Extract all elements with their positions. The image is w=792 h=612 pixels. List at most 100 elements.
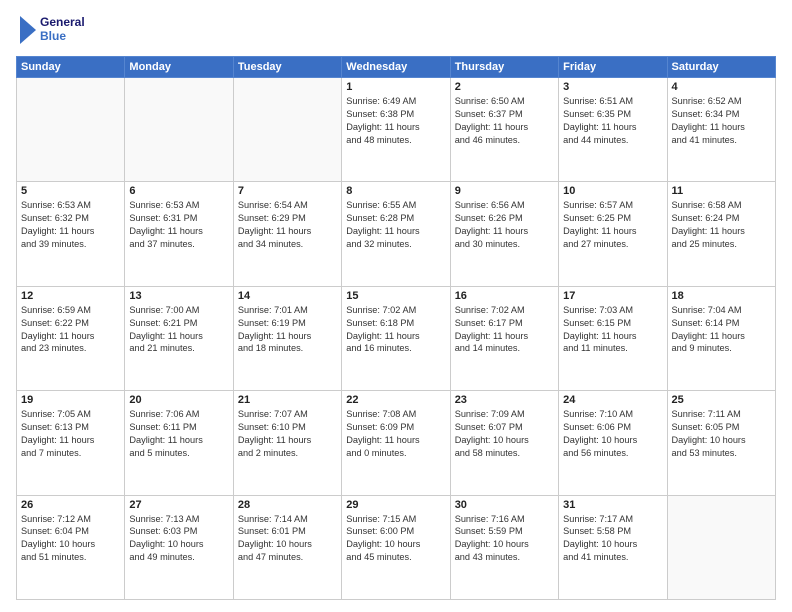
cell-info: Sunset: 6:13 PM [21,421,120,434]
cell-info: Daylight: 11 hours [672,121,771,134]
cell-info: Daylight: 11 hours [346,330,445,343]
calendar-cell: 28Sunrise: 7:14 AMSunset: 6:01 PMDayligh… [233,495,341,599]
calendar-week-row: 12Sunrise: 6:59 AMSunset: 6:22 PMDayligh… [17,286,776,390]
cell-info: and 18 minutes. [238,342,337,355]
calendar-cell: 9Sunrise: 6:56 AMSunset: 6:26 PMDaylight… [450,182,558,286]
day-number: 5 [21,185,120,197]
cell-info: and 32 minutes. [346,238,445,251]
cell-info: Sunset: 6:38 PM [346,108,445,121]
cell-info: and 25 minutes. [672,238,771,251]
cell-info: Sunset: 5:59 PM [455,525,554,538]
calendar-cell: 1Sunrise: 6:49 AMSunset: 6:38 PMDaylight… [342,78,450,182]
day-number: 20 [129,394,228,406]
cell-info: and 0 minutes. [346,447,445,460]
calendar-cell: 21Sunrise: 7:07 AMSunset: 6:10 PMDayligh… [233,391,341,495]
weekday-header: Saturday [667,57,775,78]
cell-info: Sunset: 6:37 PM [455,108,554,121]
calendar-week-row: 5Sunrise: 6:53 AMSunset: 6:32 PMDaylight… [17,182,776,286]
cell-info: and 56 minutes. [563,447,662,460]
cell-info: Daylight: 11 hours [21,330,120,343]
calendar-cell [667,495,775,599]
calendar-week-row: 19Sunrise: 7:05 AMSunset: 6:13 PMDayligh… [17,391,776,495]
cell-info: and 48 minutes. [346,134,445,147]
cell-info: Daylight: 11 hours [129,225,228,238]
calendar-week-row: 26Sunrise: 7:12 AMSunset: 6:04 PMDayligh… [17,495,776,599]
cell-info: Sunrise: 7:02 AM [455,304,554,317]
cell-info: and 37 minutes. [129,238,228,251]
cell-info: Sunrise: 7:00 AM [129,304,228,317]
cell-info: Sunset: 6:35 PM [563,108,662,121]
cell-info: Sunset: 6:10 PM [238,421,337,434]
day-number: 25 [672,394,771,406]
cell-info: and 9 minutes. [672,342,771,355]
day-number: 27 [129,499,228,511]
calendar-cell: 16Sunrise: 7:02 AMSunset: 6:17 PMDayligh… [450,286,558,390]
calendar-cell: 5Sunrise: 6:53 AMSunset: 6:32 PMDaylight… [17,182,125,286]
day-number: 26 [21,499,120,511]
cell-info: Sunrise: 7:10 AM [563,408,662,421]
cell-info: Daylight: 10 hours [238,538,337,551]
cell-info: Sunset: 6:19 PM [238,317,337,330]
cell-info: and 41 minutes. [563,551,662,564]
cell-info: Daylight: 10 hours [455,434,554,447]
day-number: 24 [563,394,662,406]
day-number: 17 [563,290,662,302]
cell-info: Sunset: 6:22 PM [21,317,120,330]
svg-text:General: General [40,15,85,29]
calendar-cell: 11Sunrise: 6:58 AMSunset: 6:24 PMDayligh… [667,182,775,286]
cell-info: Daylight: 11 hours [455,330,554,343]
cell-info: and 39 minutes. [21,238,120,251]
cell-info: Daylight: 10 hours [455,538,554,551]
cell-info: Sunrise: 6:55 AM [346,199,445,212]
cell-info: Daylight: 11 hours [563,121,662,134]
calendar-cell: 29Sunrise: 7:15 AMSunset: 6:00 PMDayligh… [342,495,450,599]
cell-info: Sunrise: 6:53 AM [21,199,120,212]
cell-info: Sunset: 6:06 PM [563,421,662,434]
cell-info: Sunrise: 7:16 AM [455,513,554,526]
cell-info: Sunset: 5:58 PM [563,525,662,538]
day-number: 22 [346,394,445,406]
cell-info: and 27 minutes. [563,238,662,251]
cell-info: and 45 minutes. [346,551,445,564]
day-number: 30 [455,499,554,511]
cell-info: Sunrise: 7:04 AM [672,304,771,317]
calendar-cell: 17Sunrise: 7:03 AMSunset: 6:15 PMDayligh… [559,286,667,390]
cell-info: Daylight: 11 hours [672,330,771,343]
cell-info: Sunset: 6:00 PM [346,525,445,538]
calendar-cell: 30 Sunrise: 7:16 AMSunset: 5:59 PMDayligh… [450,495,558,599]
calendar-cell: 19Sunrise: 7:05 AMSunset: 6:13 PMDayligh… [17,391,125,495]
cell-info: and 5 minutes. [129,447,228,460]
cell-info: Sunrise: 7:03 AM [563,304,662,317]
calendar-cell: 27Sunrise: 7:13 AMSunset: 6:03 PMDayligh… [125,495,233,599]
cell-info: Sunrise: 6:54 AM [238,199,337,212]
calendar-cell: 14Sunrise: 7:01 AMSunset: 6:19 PMDayligh… [233,286,341,390]
cell-info: and 46 minutes. [455,134,554,147]
cell-info: and 11 minutes. [563,342,662,355]
cell-info: Sunset: 6:15 PM [563,317,662,330]
calendar-cell: 25Sunrise: 7:11 AMSunset: 6:05 PMDayligh… [667,391,775,495]
day-number: 29 [346,499,445,511]
day-number: 6 [129,185,228,197]
day-number: 15 [346,290,445,302]
cell-info: and 21 minutes. [129,342,228,355]
cell-info: and 2 minutes. [238,447,337,460]
calendar-cell: 15Sunrise: 7:02 AMSunset: 6:18 PMDayligh… [342,286,450,390]
calendar-cell: 8Sunrise: 6:55 AMSunset: 6:28 PMDaylight… [342,182,450,286]
cell-info: and 30 minutes. [455,238,554,251]
cell-info: Sunrise: 7:02 AM [346,304,445,317]
cell-info: Sunset: 6:29 PM [238,212,337,225]
cell-info: Sunrise: 6:57 AM [563,199,662,212]
calendar-cell: 13Sunrise: 7:00 AMSunset: 6:21 PMDayligh… [125,286,233,390]
cell-info: Daylight: 11 hours [238,434,337,447]
cell-info: Sunset: 6:34 PM [672,108,771,121]
day-number: 19 [21,394,120,406]
cell-info: Daylight: 11 hours [21,225,120,238]
cell-info: Sunset: 6:03 PM [129,525,228,538]
cell-info: Sunrise: 7:13 AM [129,513,228,526]
cell-info: Daylight: 11 hours [346,225,445,238]
cell-info: and 49 minutes. [129,551,228,564]
cell-info: and 44 minutes. [563,134,662,147]
cell-info: Daylight: 10 hours [346,538,445,551]
day-number: 31 [563,499,662,511]
day-number: 12 [21,290,120,302]
